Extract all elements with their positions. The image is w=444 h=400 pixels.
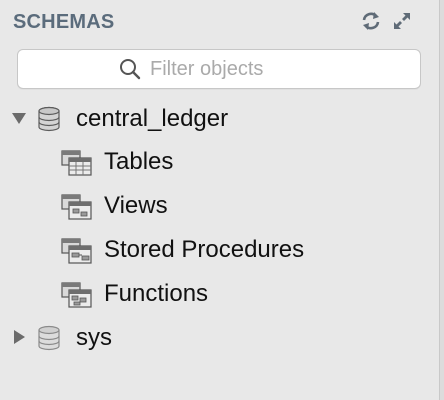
- functions-icon: [61, 282, 92, 308]
- search-icon: [120, 59, 141, 80]
- disclosure-expanded-icon[interactable]: [11, 110, 27, 126]
- refresh-icon[interactable]: [360, 10, 382, 32]
- filter-objects-inner: [118, 50, 350, 88]
- database-icon: [38, 106, 60, 132]
- tree-item-views[interactable]: Views: [0, 185, 440, 225]
- tree-item-label-views: Views: [104, 192, 168, 219]
- views-icon: [61, 194, 92, 220]
- schema-name-central-ledger: central_ledger: [76, 105, 229, 132]
- schema-name-sys: sys: [76, 324, 112, 351]
- expand-icon[interactable]: [391, 10, 413, 32]
- disclosure-collapsed-icon[interactable]: [11, 329, 27, 345]
- schema-row-central-ledger[interactable]: central_ledger: [0, 98, 440, 138]
- filter-objects-field[interactable]: [17, 49, 421, 89]
- schemas-panel: SCHEMAS Filter objects central_ledger Ta…: [0, 0, 440, 400]
- stored-procedures-icon: [61, 238, 92, 264]
- tree-item-label-stored-procedures: Stored Procedures: [104, 236, 305, 263]
- filter-objects-input[interactable]: [150, 57, 350, 81]
- tree-item-label-functions: Functions: [104, 280, 209, 307]
- database-icon: [38, 325, 60, 351]
- tree-item-stored-procedures[interactable]: Stored Procedures: [0, 229, 440, 269]
- schemas-title: SCHEMAS: [13, 11, 115, 33]
- tree-item-functions[interactable]: Functions: [0, 273, 440, 313]
- schema-row-sys[interactable]: sys: [0, 317, 440, 357]
- panel-divider[interactable]: [439, 0, 444, 400]
- tree-item-label-tables: Tables: [104, 148, 174, 175]
- tables-icon: [61, 150, 92, 176]
- tree-item-tables[interactable]: Tables: [0, 141, 440, 181]
- schemas-header: SCHEMAS: [0, 0, 440, 44]
